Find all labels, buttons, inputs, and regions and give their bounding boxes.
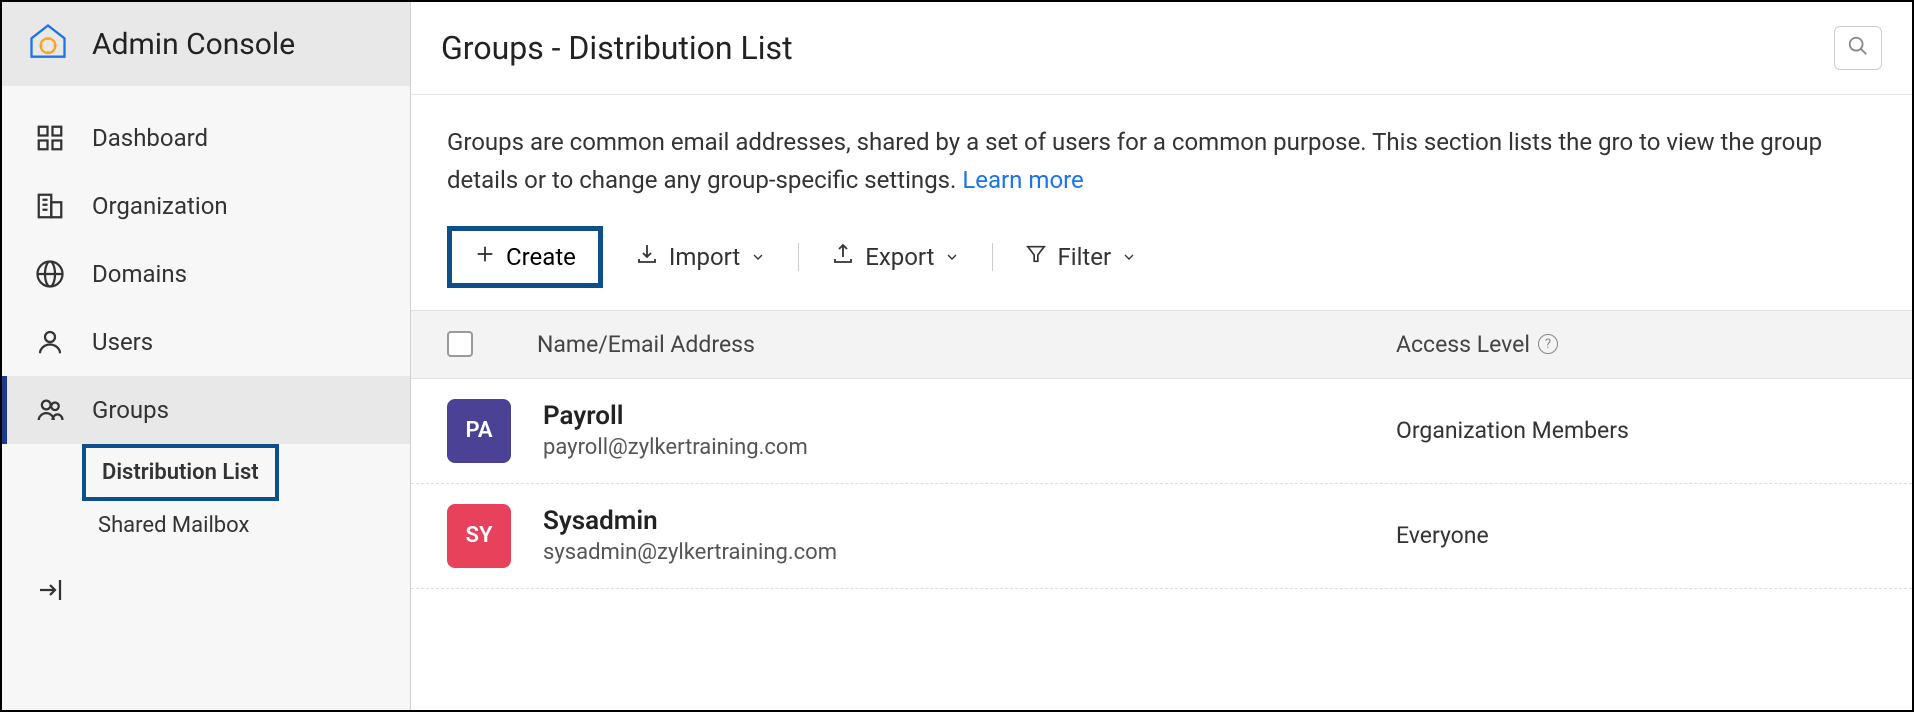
search-box[interactable] xyxy=(1834,26,1882,70)
sidebar-item-users[interactable]: Users xyxy=(2,308,410,376)
search-icon xyxy=(1847,35,1869,61)
admin-logo-icon xyxy=(26,20,70,68)
group-email: sysadmin@zylkertraining.com xyxy=(543,540,1396,565)
sidebar-item-dashboard[interactable]: Dashboard xyxy=(2,104,410,172)
filter-label: Filter xyxy=(1057,243,1111,271)
export-icon xyxy=(831,242,855,272)
groups-icon xyxy=(34,394,66,426)
sub-nav: Distribution List Shared Mailbox xyxy=(2,444,410,550)
learn-more-link[interactable]: Learn more xyxy=(962,166,1083,194)
group-avatar: PA xyxy=(447,399,511,463)
nav-label: Domains xyxy=(92,260,187,288)
nav-label: Groups xyxy=(92,396,169,424)
import-label: Import xyxy=(669,243,740,271)
th-access: Access Level ? xyxy=(1396,331,1876,358)
table-row[interactable]: PA Payroll payroll@zylkertraining.comOrgan… xyxy=(411,379,1912,484)
chevron-down-icon xyxy=(1121,243,1137,271)
migration-icon xyxy=(34,574,66,606)
sidebar-title: Admin Console xyxy=(92,27,295,62)
sub-item-distribution-list[interactable]: Distribution List xyxy=(82,444,279,501)
create-label: Create xyxy=(506,243,576,271)
page-title: Groups - Distribution List xyxy=(441,29,793,67)
import-icon xyxy=(635,242,659,272)
nav-label: Dashboard xyxy=(92,124,208,152)
export-button[interactable]: Export xyxy=(827,236,964,278)
sidebar-item-domains[interactable]: Domains xyxy=(2,240,410,308)
dashboard-icon xyxy=(34,122,66,154)
divider xyxy=(992,243,993,271)
sidebar-header: Admin Console xyxy=(2,2,410,86)
filter-button[interactable]: Filter xyxy=(1021,237,1141,277)
group-name: Payroll xyxy=(543,401,1396,431)
organization-icon xyxy=(34,190,66,222)
group-access-level: Everyone xyxy=(1396,522,1876,549)
nav-label: Users xyxy=(92,328,153,356)
group-access-level: Organization Members xyxy=(1396,417,1876,444)
import-button[interactable]: Import xyxy=(631,236,770,278)
sub-item-shared-mailbox[interactable]: Shared Mailbox xyxy=(82,501,265,550)
description-text: Groups are common email addresses, share… xyxy=(447,128,1822,194)
select-all-checkbox[interactable] xyxy=(447,331,473,357)
sidebar-item-partial[interactable] xyxy=(2,550,410,624)
sidebar-nav: Dashboard Organization Domains Users xyxy=(2,86,410,710)
row-name-block: Sysadmin sysadmin@zylkertraining.com xyxy=(543,506,1396,565)
help-icon[interactable]: ? xyxy=(1538,334,1558,354)
th-access-label: Access Level xyxy=(1396,331,1530,358)
th-name: Name/Email Address xyxy=(537,331,1396,358)
description: Groups are common email addresses, share… xyxy=(411,95,1912,218)
table-body: PA Payroll payroll@zylkertraining.comOrgan… xyxy=(411,379,1912,589)
row-name-block: Payroll payroll@zylkertraining.com xyxy=(543,401,1396,460)
divider xyxy=(798,243,799,271)
chevron-down-icon xyxy=(944,243,960,271)
group-name: Sysadmin xyxy=(543,506,1396,536)
group-avatar: SY xyxy=(447,504,511,568)
table-row[interactable]: SY Sysadmin sysadmin@zylkertraining.comEve… xyxy=(411,484,1912,589)
main-header: Groups - Distribution List xyxy=(411,2,1912,95)
th-checkbox xyxy=(447,331,537,357)
table-header: Name/Email Address Access Level ? xyxy=(411,310,1912,379)
toolbar: Create Import Export Filter xyxy=(411,218,1912,310)
chevron-down-icon xyxy=(750,243,766,271)
main-content: Groups - Distribution List Groups are co… xyxy=(411,2,1912,710)
sidebar-item-organization[interactable]: Organization xyxy=(2,172,410,240)
user-icon xyxy=(34,326,66,358)
plus-icon xyxy=(474,243,496,271)
nav-label: Organization xyxy=(92,192,228,220)
sidebar: Admin Console Dashboard Organization Dom… xyxy=(2,2,411,710)
export-label: Export xyxy=(865,243,934,271)
globe-icon xyxy=(34,258,66,290)
sidebar-item-groups[interactable]: Groups xyxy=(2,376,410,444)
create-button[interactable]: Create xyxy=(447,226,603,288)
filter-icon xyxy=(1025,243,1047,271)
group-email: payroll@zylkertraining.com xyxy=(543,435,1396,460)
